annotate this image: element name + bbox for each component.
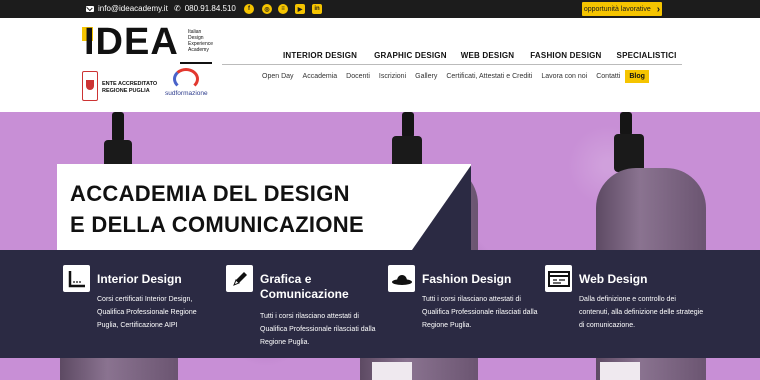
nav-divider [222, 64, 682, 65]
feature-desc-web: Dalla definizione e controllo dei conten… [579, 296, 704, 329]
partner-logo[interactable]: sudformazione [165, 68, 211, 102]
secondary-navigation: Open Day Accademia Docenti Iscrizioni Ga… [262, 70, 649, 83]
browser-window-icon [545, 265, 572, 292]
site-logo[interactable]: IDEA [84, 22, 179, 62]
feature-desc-interior: Corsi certificati Interior Design, Quali… [97, 296, 197, 329]
pencil-icon [226, 265, 253, 292]
subnav-accademia[interactable]: Accademia [303, 73, 338, 80]
hero-title: ACCADEMIA DEL DESIGN E DELLA COMUNICAZIO… [70, 181, 364, 237]
chevron-right-icon: › [656, 3, 661, 15]
blog-button[interactable]: Blog [625, 70, 649, 83]
spotify-icon[interactable]: ≡ [278, 4, 288, 14]
feature-desc-grafica: Tutti i corsi rilasciano attestati di Qu… [260, 313, 376, 346]
nav-interior-design[interactable]: INTERIOR DESIGN [283, 51, 357, 60]
ruler-square-icon [63, 265, 90, 292]
bottle-label [372, 362, 412, 380]
top-bar: info@ideacademy.it ✆ 080.91.84.510 f ◎ ≡… [0, 0, 760, 18]
phone-icon: ✆ [174, 3, 181, 13]
youtube-icon[interactable]: ▶ [295, 4, 305, 14]
subnav-docenti[interactable]: Docenti [346, 73, 370, 80]
subnav-contatti[interactable]: Contatti [596, 73, 620, 80]
region-crest-icon [82, 71, 98, 101]
region-accreditation: ENTE ACCREDITATO REGIONE PUGLIA [102, 81, 158, 94]
partner-name: sudformazione [165, 90, 208, 97]
email-text: info@ideacademy.it [98, 4, 168, 13]
nav-fashion-design[interactable]: FASHION DESIGN [530, 51, 601, 60]
feature-desc-fashion: Tutti i corsi rilasciano attestati di Qu… [422, 296, 538, 329]
feature-title-interior[interactable]: Interior Design [97, 272, 182, 287]
mail-icon [86, 5, 94, 12]
logo-underline [180, 62, 212, 64]
email-link[interactable]: info@ideacademy.it [86, 4, 168, 13]
feature-title-grafica[interactable]: Grafica e Comunicazione [260, 272, 349, 302]
subnav-certificati[interactable]: Certificati, Attestati e Crediti [446, 73, 532, 80]
hat-icon [388, 265, 415, 292]
phone-text: 080.91.84.510 [184, 4, 236, 13]
subnav-lavora[interactable]: Lavora con noi [541, 73, 587, 80]
nav-specialistici[interactable]: SPECIALISTICI [617, 51, 677, 60]
facebook-icon[interactable]: f [244, 4, 254, 14]
cta-label: opportunità lavorative [583, 5, 651, 13]
logo-tagline: Italian Design Experience Academy [188, 29, 214, 53]
nav-graphic-design[interactable]: GRAPHIC DESIGN [374, 51, 447, 60]
subnav-open-day[interactable]: Open Day [262, 73, 294, 80]
subnav-gallery[interactable]: Gallery [415, 73, 437, 80]
job-opportunities-button[interactable]: opportunità lavorative › [582, 2, 662, 16]
partner-emblem-icon [173, 68, 199, 90]
subnav-iscrizioni[interactable]: Iscrizioni [379, 73, 406, 80]
nav-web-design[interactable]: WEB DESIGN [461, 51, 515, 60]
main-navigation: INTERIOR DESIGN GRAPHIC DESIGN WEB DESIG… [283, 51, 677, 60]
linkedin-icon[interactable]: in [312, 4, 322, 14]
feature-title-web[interactable]: Web Design [579, 272, 647, 287]
bottle-label [600, 362, 640, 380]
phone-link[interactable]: ✆ 080.91.84.510 [174, 4, 236, 13]
feature-title-fashion[interactable]: Fashion Design [422, 272, 511, 287]
instagram-icon[interactable]: ◎ [262, 4, 272, 14]
